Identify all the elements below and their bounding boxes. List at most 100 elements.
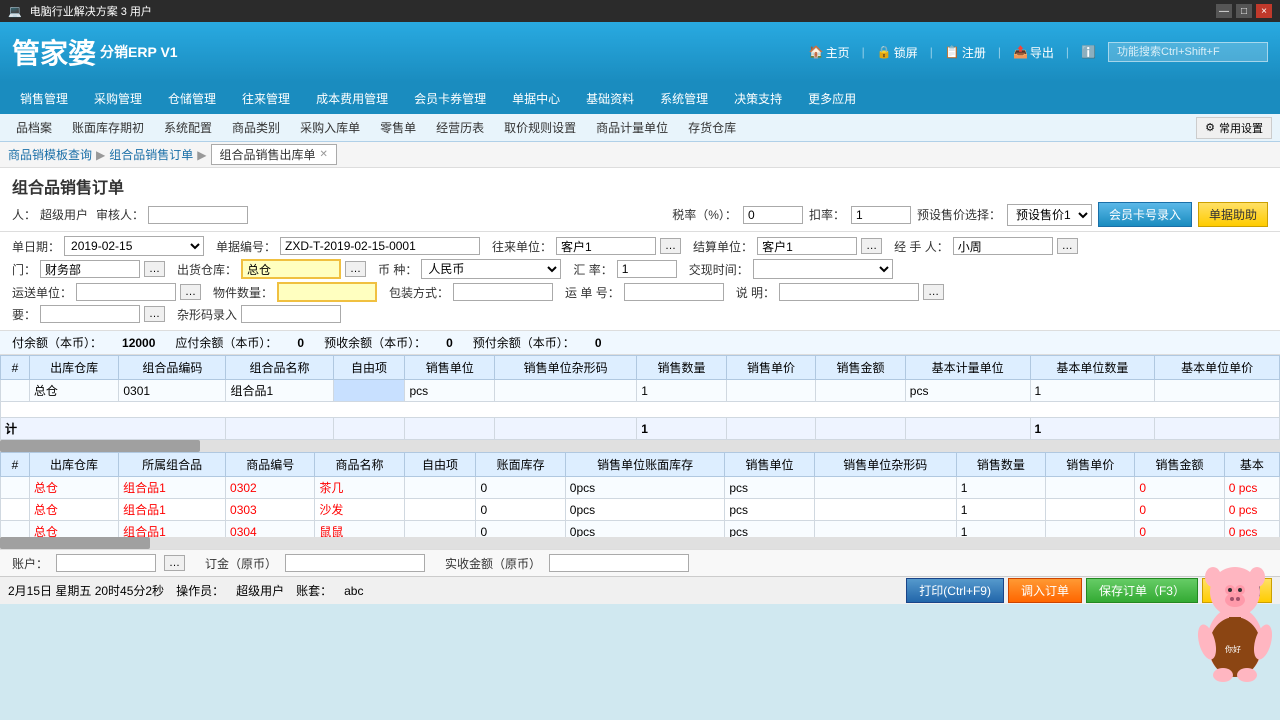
account-input[interactable]: [56, 554, 156, 572]
lock-link[interactable]: 🔒 锁屏: [877, 44, 918, 61]
warehouse-ellipsis[interactable]: …: [345, 261, 366, 277]
register-link[interactable]: 📋 注册: [945, 44, 986, 61]
nav-decision[interactable]: 决策支持: [722, 86, 794, 111]
nav-more[interactable]: 更多应用: [796, 86, 868, 111]
must-ellipsis[interactable]: …: [144, 306, 165, 322]
window-controls[interactable]: — □ ×: [1216, 4, 1272, 18]
nav-basics[interactable]: 基础资料: [574, 86, 646, 111]
nav-transactions[interactable]: 往来管理: [230, 86, 302, 111]
cell-barcode: [494, 380, 636, 402]
maximize-btn[interactable]: □: [1236, 4, 1252, 18]
settle-unit-label: 结算单位：: [693, 238, 753, 255]
title-bar-text: 💻 电脑行业解决方案 3 用户: [8, 3, 152, 19]
form-area: 单日期： 2019-02-15 单据编号： 往来单位： … 结算单位： … 经 …: [0, 232, 1280, 331]
nav-warehouse[interactable]: 仓储管理: [156, 86, 228, 111]
close-btn[interactable]: ×: [1256, 4, 1272, 18]
toolbar-inventory[interactable]: 存货仓库: [680, 117, 744, 138]
settle-unit-input[interactable]: [757, 237, 857, 255]
table-row: 总仓 组合品1 0302 茶几 0 0pcs pcs 1 0 0 pcs: [1, 477, 1280, 499]
toolbar-purchase-in[interactable]: 采购入库单: [292, 117, 368, 138]
reviewer-input[interactable]: [148, 206, 248, 224]
bot-col-amount: 销售金额: [1135, 453, 1224, 477]
nav-purchase[interactable]: 采购管理: [82, 86, 154, 111]
import-btn[interactable]: 调入订单: [1008, 578, 1082, 603]
nav-bills[interactable]: 单据中心: [500, 86, 572, 111]
warehouse-input[interactable]: [241, 259, 341, 279]
home-link[interactable]: 🏠 主页: [809, 44, 850, 61]
to-unit-ellipsis[interactable]: …: [660, 238, 681, 254]
title-bar: 💻 电脑行业解决方案 3 用户 — □ ×: [0, 0, 1280, 22]
breadcrumb-active: 组合品销售出库单 ✕: [211, 144, 337, 165]
cell-base-qty: 1: [1030, 380, 1155, 402]
export-link[interactable]: 📤 导出: [1013, 44, 1054, 61]
bot-stock3: 0: [476, 521, 565, 538]
preset-price-select[interactable]: 预设售价1: [1007, 204, 1092, 226]
nav-sales[interactable]: 销售管理: [8, 86, 80, 111]
col-combo-name: 组合品名称: [226, 356, 333, 380]
breadcrumb-template[interactable]: 商品销模板查询: [8, 146, 92, 163]
bot-col-stock: 账面库存: [476, 453, 565, 477]
main-table-scroll-thumb[interactable]: [0, 440, 200, 452]
summary-base-qty: 1: [1030, 418, 1155, 440]
member-card-btn[interactable]: 会员卡号录入: [1098, 202, 1192, 227]
function-search-input[interactable]: [1108, 42, 1268, 62]
bill-no-input[interactable]: [280, 237, 480, 255]
bottom-table-scroll-thumb[interactable]: [0, 537, 150, 549]
currency-select[interactable]: 人民币: [421, 259, 561, 279]
handler-ellipsis[interactable]: …: [1057, 238, 1078, 254]
svg-text:你好: 你好: [1225, 644, 1241, 654]
info-link[interactable]: ℹ️: [1081, 45, 1096, 59]
nav-member[interactable]: 会员卡券管理: [402, 86, 498, 111]
account-ellipsis[interactable]: …: [164, 555, 185, 571]
toolbar-archive[interactable]: 品档案: [8, 117, 60, 138]
exchange-input[interactable]: [617, 260, 677, 278]
items-count-input[interactable]: [277, 282, 377, 302]
settle-unit-ellipsis[interactable]: …: [861, 238, 882, 254]
order-val-input[interactable]: [285, 554, 425, 572]
packaging-input[interactable]: [453, 283, 553, 301]
col-warehouse: 出库仓库: [29, 356, 119, 380]
breadcrumb-combo-order[interactable]: 组合品销售订单: [109, 146, 193, 163]
print-btn[interactable]: 打印(Ctrl+F9): [906, 578, 1004, 603]
bottom-table: # 出库仓库 所属组合品 商品编号 商品名称 自由项 账面库存 销售单位账面库存…: [0, 452, 1280, 537]
dept-ellipsis[interactable]: …: [144, 261, 165, 277]
shipping-input[interactable]: [76, 283, 176, 301]
discount-input[interactable]: [851, 206, 911, 224]
toolbar-measure[interactable]: 商品计量单位: [588, 117, 676, 138]
note-input[interactable]: [779, 283, 919, 301]
handler-input[interactable]: [953, 237, 1053, 255]
dept-input[interactable]: [40, 260, 140, 278]
shipping-ellipsis[interactable]: …: [180, 284, 201, 300]
bot-price2: [1046, 499, 1135, 521]
to-unit-input[interactable]: [556, 237, 656, 255]
breadcrumb-close[interactable]: ✕: [320, 149, 328, 160]
tax-rate-input[interactable]: [743, 206, 803, 224]
bottom-table-scrollbar[interactable]: [0, 537, 1280, 549]
toolbar-ledger[interactable]: 账面库存期初: [64, 117, 152, 138]
help-btn[interactable]: 单据助助: [1198, 202, 1268, 227]
packaging-label: 包装方式：: [389, 284, 449, 301]
must-input[interactable]: [40, 305, 140, 323]
main-table-scrollbar[interactable]: [0, 440, 1280, 452]
bot-unit2: pcs: [725, 499, 814, 521]
toolbar-config[interactable]: 系统配置: [156, 117, 220, 138]
minimize-btn[interactable]: —: [1216, 4, 1232, 18]
note-ellipsis[interactable]: …: [923, 284, 944, 300]
cell-free[interactable]: [333, 380, 405, 402]
save-btn[interactable]: 保存订单（F3）: [1086, 578, 1198, 603]
toolbar-category[interactable]: 商品类别: [224, 117, 288, 138]
trade-time-select[interactable]: [753, 259, 893, 279]
settings-button[interactable]: ⚙ 常用设置: [1196, 117, 1272, 139]
actual-val-input[interactable]: [549, 554, 689, 572]
toolbar-price-rule[interactable]: 取价规则设置: [496, 117, 584, 138]
waybill-input[interactable]: [624, 283, 724, 301]
toolbar-history[interactable]: 经营历表: [428, 117, 492, 138]
barcode-input[interactable]: [241, 305, 341, 323]
nav-system[interactable]: 系统管理: [648, 86, 720, 111]
nav-cost[interactable]: 成本费用管理: [304, 86, 400, 111]
help-map-btn[interactable]: 功能导图: [1202, 578, 1272, 603]
cell-warehouse: 总仓: [29, 380, 119, 402]
toolbar-retail[interactable]: 零售单: [372, 117, 424, 138]
date-input[interactable]: 2019-02-15: [64, 236, 204, 256]
warehouse-label: 出货仓库：: [177, 261, 237, 278]
